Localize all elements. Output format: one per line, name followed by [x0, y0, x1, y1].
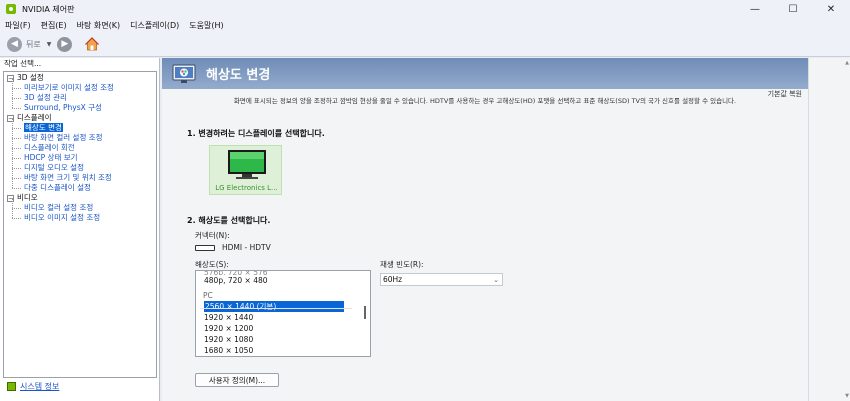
refresh-rate-select[interactable]: 60Hz ⌄ — [380, 273, 503, 286]
section-select-resolution: 2. 해상도를 선택합니다. — [187, 216, 271, 225]
nvidia-icon — [6, 4, 16, 14]
tree-item-video-image[interactable]: 비디오 이미지 설정 조정 — [4, 208, 156, 223]
tree-category-3d[interactable]: − 3D 설정 — [4, 73, 156, 83]
maximize-button[interactable]: ☐ — [774, 0, 812, 18]
back-button[interactable]: ◀ — [7, 36, 22, 52]
refresh-rate-value: 60Hz — [383, 275, 403, 284]
list-item[interactable]: 1920 × 1440 — [196, 312, 370, 323]
task-panel: 작업 선택... − 3D 설정 미리보기로 이미지 설정 조정 3D 설정 관… — [0, 58, 160, 401]
connector-label: 커넥터(N): — [195, 231, 230, 240]
list-item[interactable]: 480p, 720 × 480 — [196, 275, 370, 286]
history-dropdown-icon[interactable]: ▼ — [47, 41, 52, 48]
hdmi-icon — [195, 244, 215, 251]
tree-item-multi-display[interactable]: 다중 디스플레이 설정 — [4, 178, 156, 193]
page-description: 화면에 표시되는 정보의 양을 조정하고 깜박임 현상을 줄일 수 있습니다. … — [233, 97, 737, 105]
system-info[interactable]: 시스템 정보 — [7, 380, 59, 392]
resolution-label: 해상도(S): — [195, 260, 229, 269]
tree-item-rotate-display[interactable]: 디스플레이 회전 — [4, 138, 156, 153]
content-panel: 해상도 변경 기본값 복원 화면에 표시되는 정보의 양을 조정하고 깜박임 현… — [162, 58, 808, 401]
display-tile[interactable]: LG Electronics L... — [209, 145, 282, 195]
connector-value: HDMI - HDTV — [222, 243, 271, 252]
tree-category-label: 디스플레이 — [17, 113, 52, 122]
back-label: 뒤로 — [26, 39, 41, 49]
tree-item-label: 해상도 변경 — [24, 123, 63, 132]
chevron-down-icon: ⌄ — [493, 276, 499, 284]
list-scrollbar[interactable] — [364, 306, 366, 319]
menu-edit[interactable]: 편집(E) — [36, 20, 72, 31]
window-title: NVIDIA 제어판 — [22, 4, 75, 14]
group-divider — [200, 308, 352, 309]
page-title: 해상도 변경 — [206, 68, 271, 83]
tree-item-video-color[interactable]: 비디오 컬러 설정 조정 — [4, 198, 156, 213]
selected-resolution: 2560 × 1440 (기본) — [204, 301, 344, 312]
refresh-rate-label: 재생 빈도(R): — [380, 260, 424, 269]
page-banner: 해상도 변경 — [162, 58, 808, 89]
task-header: 작업 선택... — [4, 59, 42, 68]
menu-help[interactable]: 도움말(H) — [184, 20, 228, 31]
tree-category-label: 비디오 — [17, 193, 38, 202]
list-group-header: PC — [203, 291, 213, 300]
list-item[interactable]: 1920 × 1200 — [196, 323, 370, 334]
home-button[interactable] — [84, 36, 100, 52]
task-tree: − 3D 설정 미리보기로 이미지 설정 조정 3D 설정 관리 Surroun… — [3, 71, 157, 378]
system-info-link[interactable]: 시스템 정보 — [20, 381, 59, 392]
tree-item-digital-audio[interactable]: 디지털 오디오 설정 — [4, 158, 156, 173]
menu-bar: 파일(F) 편집(E) 바탕 화면(K) 디스플레이(D) 도움말(H) — [0, 18, 850, 32]
list-item-selected[interactable]: 2560 × 1440 (기본) — [196, 301, 370, 312]
tree-category-video[interactable]: − 비디오 — [4, 193, 156, 203]
list-item[interactable]: 1680 × 1050 — [196, 345, 370, 356]
tree-item-hdcp-status[interactable]: HDCP 상태 보기 — [4, 148, 156, 163]
system-info-icon — [7, 381, 16, 391]
close-button[interactable]: ✕ — [812, 0, 850, 18]
window-controls: — ☐ ✕ — [736, 0, 850, 18]
toolbar: ◀ 뒤로 ▼ ▶ — [0, 32, 850, 57]
tree-category-display[interactable]: − 디스플레이 — [4, 113, 156, 123]
tree-item-desktop-color[interactable]: 바탕 화면 컬러 설정 조정 — [4, 128, 156, 143]
display-name: LG Electronics L... — [215, 184, 278, 192]
customize-button[interactable]: 사용자 정의(M)... — [195, 373, 279, 387]
resolution-list[interactable]: 576p, 720 × 576 480p, 720 × 480 PC 2560 … — [195, 270, 371, 357]
tree-item-manage-3d[interactable]: 3D 설정 관리 — [4, 88, 156, 103]
arrow-right-icon: ▶ — [61, 39, 69, 49]
menu-desktop[interactable]: 바탕 화면(K) — [72, 20, 125, 31]
home-icon — [85, 37, 100, 51]
scroll-down-icon[interactable]: ▼ — [845, 393, 849, 399]
tree-item-preview-image[interactable]: 미리보기로 이미지 설정 조정 — [4, 78, 156, 93]
tree-item-change-resolution[interactable]: 해상도 변경 — [4, 118, 156, 133]
connector-info: HDMI - HDTV — [195, 243, 271, 252]
forward-button[interactable]: ▶ — [57, 36, 73, 52]
menu-display[interactable]: 디스플레이(D) — [125, 20, 184, 31]
scroll-up-icon[interactable]: ▲ — [845, 60, 849, 66]
content-scroll-area: ▲ ▼ — [808, 58, 850, 401]
arrow-left-icon: ◀ — [11, 39, 18, 49]
tree-item-surround-physx[interactable]: Surround, PhysX 구성 — [4, 98, 156, 113]
title-bar: NVIDIA 제어판 — ☐ ✕ — [0, 0, 850, 18]
list-item[interactable]: 1920 × 1080 — [196, 334, 370, 345]
display-settings-icon — [172, 64, 196, 83]
tree-category-label: 3D 설정 — [17, 73, 44, 82]
menu-file[interactable]: 파일(F) — [0, 20, 36, 31]
monitor-icon — [228, 150, 266, 179]
section-select-display: 1. 변경하려는 디스플레이를 선택합니다. — [187, 129, 325, 138]
minimize-button[interactable]: — — [736, 0, 774, 18]
tree-item-desktop-size[interactable]: 바탕 화면 크기 및 위치 조정 — [4, 168, 156, 183]
